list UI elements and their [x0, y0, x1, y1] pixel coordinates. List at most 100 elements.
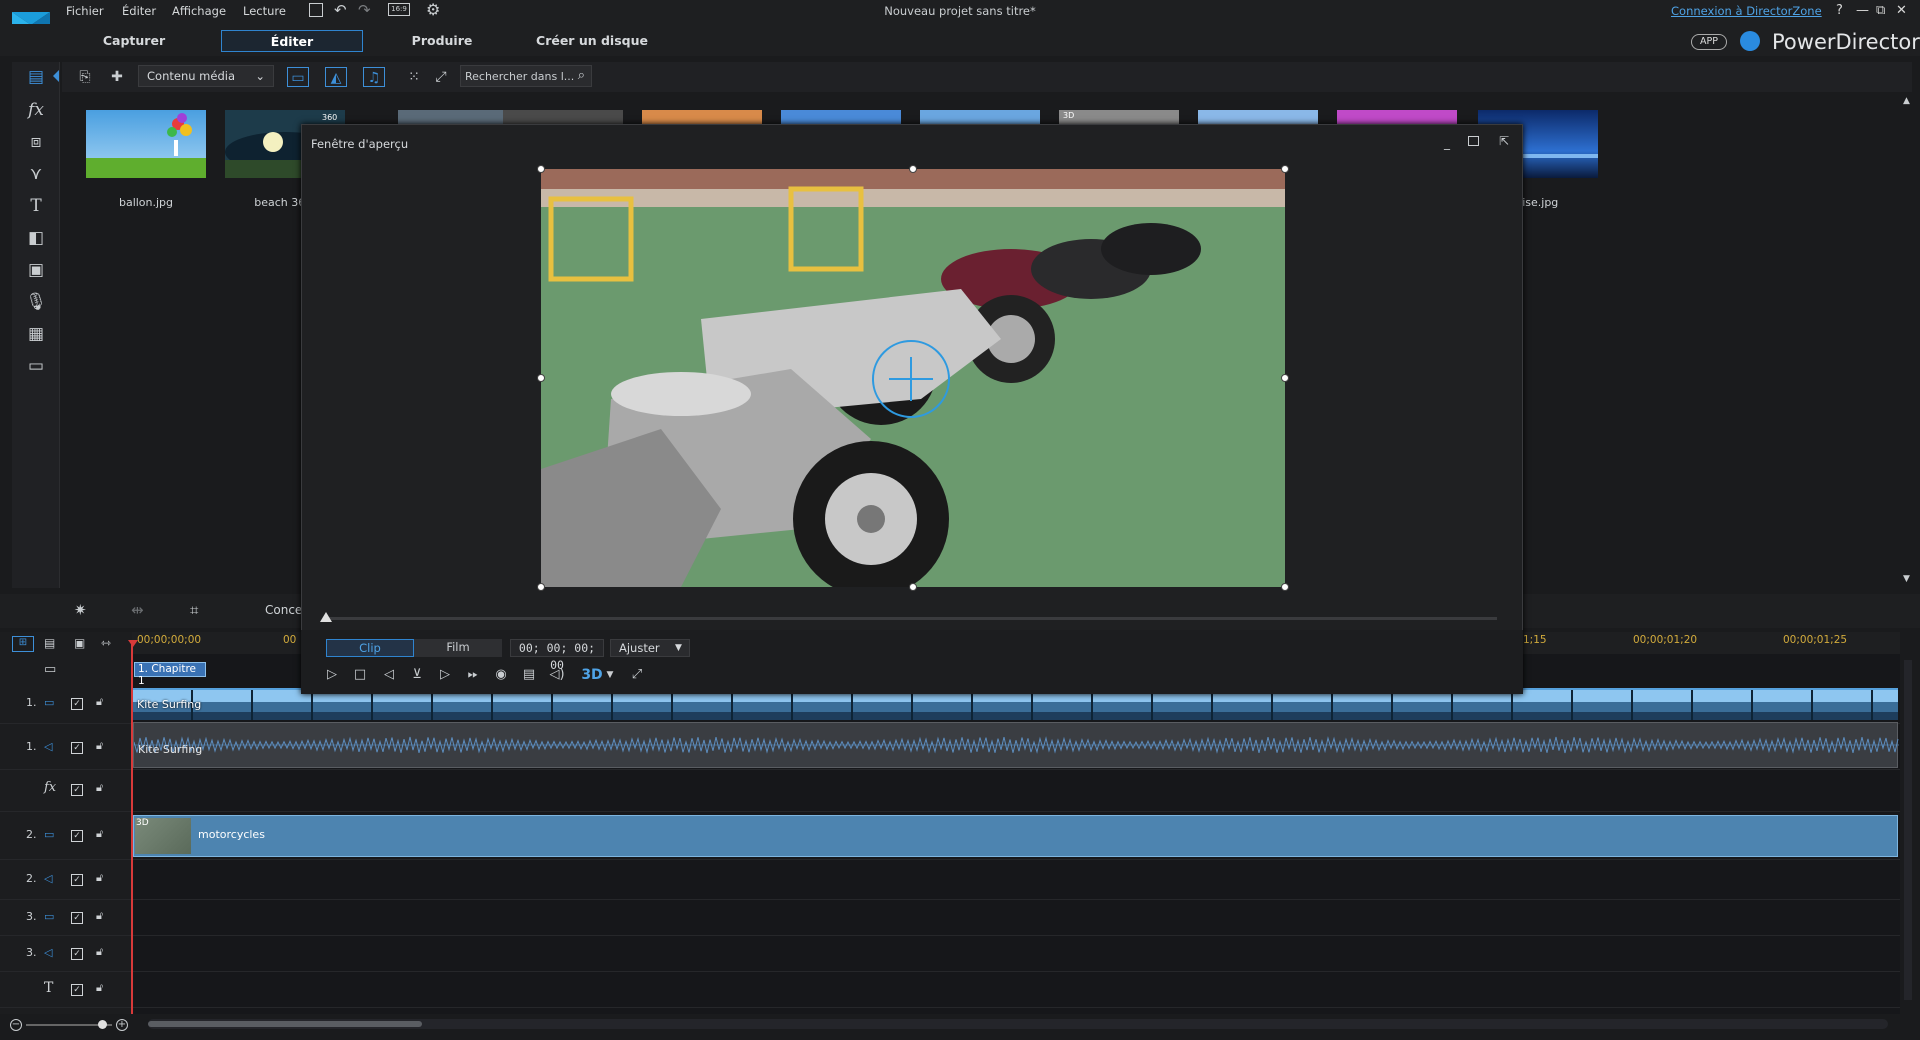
chapter-marker[interactable]: 1. Chapitre 1 [134, 662, 206, 687]
track-manager-icon[interactable]: ⊞ [12, 636, 34, 652]
media-room-icon[interactable]: ▤ [22, 65, 50, 89]
fx-room-icon[interactable]: fx [22, 98, 50, 122]
fullscreen-icon[interactable]: ⤢ [627, 666, 647, 684]
track-enable-checkbox[interactable]: ✓ [71, 948, 83, 960]
subtitle-toggle-icon[interactable]: ▤ [519, 666, 539, 684]
track-lock-icon[interactable]: 🔓︎ [96, 871, 103, 885]
scrollbar-thumb[interactable] [148, 1021, 422, 1027]
track-lock-icon[interactable]: 🔓︎ [96, 781, 103, 795]
tab-create-disc[interactable]: Créer un disque [535, 30, 649, 52]
zoom-in-icon[interactable]: + [116, 1019, 128, 1031]
track-lock-icon[interactable]: 🔓︎ [96, 739, 103, 753]
restore-button[interactable]: ⧉ [1876, 3, 1885, 18]
track-lock-icon[interactable]: 🔓︎ [96, 827, 103, 841]
media-label: ballon.jpg [118, 196, 174, 209]
track-enable-checkbox[interactable]: ✓ [71, 742, 83, 754]
track-enable-checkbox[interactable]: ✓ [71, 698, 83, 710]
split-icon[interactable]: ⇹ [131, 601, 144, 619]
chapter-room-icon[interactable]: ▦ [22, 322, 50, 346]
play-icon[interactable]: ▷ [322, 666, 342, 684]
close-button[interactable]: ✕ [1896, 3, 1907, 18]
track-enable-checkbox[interactable]: ✓ [71, 830, 83, 842]
preview-image-motorcycles[interactable] [541, 169, 1285, 587]
tab-edit[interactable]: Éditer [221, 30, 363, 52]
transition-room-icon[interactable]: ◧ [22, 226, 50, 250]
3d-mode-button[interactable]: 3D [580, 666, 604, 684]
filter-audio-icon[interactable]: ♫ [363, 67, 385, 87]
subtitle-room-icon[interactable]: ▭ [22, 354, 50, 378]
clip-motorcycles[interactable]: 3D motorcycles [133, 815, 1898, 857]
project-title: Nouveau projet sans titre* [884, 4, 1036, 18]
library-scroll-down-icon[interactable]: ▼ [1903, 574, 1910, 584]
preview-minimize-icon[interactable]: _ [1444, 136, 1450, 150]
audio-track-icon: ◁ [44, 872, 53, 885]
minimize-button[interactable]: — [1856, 3, 1869, 18]
timecode-display[interactable]: 00; 00; 00; 00 [510, 639, 604, 672]
grid-view-icon[interactable]: ⁙ [403, 67, 425, 87]
zoom-slider-handle[interactable] [98, 1020, 107, 1029]
track-lock-icon[interactable]: 🔓︎ [96, 981, 103, 995]
preview-scrubber[interactable] [325, 617, 1497, 620]
resize-handle[interactable] [537, 374, 545, 382]
track-enable-checkbox[interactable]: ✓ [71, 874, 83, 886]
preview-maximize-icon[interactable] [1468, 136, 1479, 146]
content-type-select[interactable]: Contenu média ⌄ [138, 65, 274, 87]
previous-frame-icon[interactable]: ◁ [379, 666, 399, 684]
preview-dock-icon[interactable]: ⇱ [1499, 134, 1509, 148]
next-frame-icon[interactable]: ▷ [435, 666, 455, 684]
fit-select[interactable]: Ajuster ▼ [610, 639, 690, 657]
playhead[interactable] [131, 642, 133, 1014]
app-button[interactable]: APP [1691, 34, 1727, 50]
resize-handle[interactable] [1281, 583, 1289, 591]
particle-room-icon[interactable]: ⋎ [22, 162, 50, 186]
track-lock-icon[interactable]: 🔓︎ [96, 695, 103, 709]
notification-bell-icon[interactable] [1740, 31, 1760, 51]
plugin-icon[interactable]: ✚ [106, 67, 128, 87]
clip-mode-button[interactable]: Clip [326, 639, 414, 657]
resize-handle[interactable] [1281, 165, 1289, 173]
fit-timeline-icon[interactable]: ⇿ [101, 636, 111, 650]
snapshot-icon[interactable]: ◉ [491, 666, 511, 684]
library-scroll-up-icon[interactable]: ▲ [1903, 96, 1910, 106]
filter-video-icon[interactable]: ▭ [287, 67, 309, 87]
timeline-vertical-scrollbar[interactable] [1904, 660, 1912, 1000]
3d-options-chevron-icon[interactable]: ▼ [604, 666, 616, 684]
magic-tools-icon[interactable]: ✷ [74, 601, 87, 619]
resize-handle[interactable] [909, 583, 917, 591]
zoom-out-icon[interactable]: − [10, 1019, 22, 1031]
thumbnail-size-icon[interactable]: ⤢ [430, 67, 452, 87]
audio-mixing-room-icon[interactable]: ▣ [22, 258, 50, 282]
resize-handle[interactable] [1281, 374, 1289, 382]
storyboard-view-icon[interactable]: ▤ [44, 636, 55, 650]
track-lock-icon[interactable]: 🔓︎ [96, 945, 103, 959]
title-room-icon[interactable]: T [22, 194, 50, 218]
resize-handle[interactable] [537, 165, 545, 173]
help-button[interactable]: ? [1836, 3, 1843, 18]
scrubber-handle-icon[interactable] [320, 612, 332, 622]
tab-produce[interactable]: Produire [402, 30, 482, 52]
search-input[interactable]: Rechercher dans l... ⌕ [460, 65, 592, 87]
tab-capture[interactable]: Capturer [94, 30, 174, 52]
timeline-view-icon[interactable]: ▣ [74, 636, 85, 650]
fast-forward-icon[interactable]: ⏩︎ [463, 666, 483, 684]
track-enable-checkbox[interactable]: ✓ [71, 784, 83, 796]
split-marker-icon[interactable]: ⊻ [407, 666, 427, 684]
stop-icon[interactable]: □ [350, 666, 370, 684]
crop-icon[interactable]: ⌗ [190, 601, 198, 619]
track-lock-icon[interactable]: 🔓︎ [96, 909, 103, 923]
resize-handle[interactable] [909, 165, 917, 173]
media-thumb-ballon[interactable] [86, 110, 206, 178]
playhead-handle-icon[interactable] [128, 640, 138, 647]
volume-icon[interactable]: ◁) [547, 666, 567, 684]
clip-audio-kite-surfing[interactable]: Kite Surfing [133, 722, 1899, 768]
track-enable-checkbox[interactable]: ✓ [71, 912, 83, 924]
directorzone-link[interactable]: Connexion à DirectorZone [1671, 4, 1822, 18]
voice-over-room-icon[interactable]: 🎙 [22, 290, 50, 314]
filter-image-icon[interactable]: ◭ [325, 67, 347, 87]
pip-room-icon[interactable]: ⧈ [22, 130, 50, 154]
track-enable-checkbox[interactable]: ✓ [71, 984, 83, 996]
import-media-icon[interactable]: ⎘ [74, 67, 96, 87]
designer-button[interactable]: Conce [265, 603, 302, 617]
resize-handle[interactable] [537, 583, 545, 591]
film-mode-button[interactable]: Film [414, 639, 502, 657]
